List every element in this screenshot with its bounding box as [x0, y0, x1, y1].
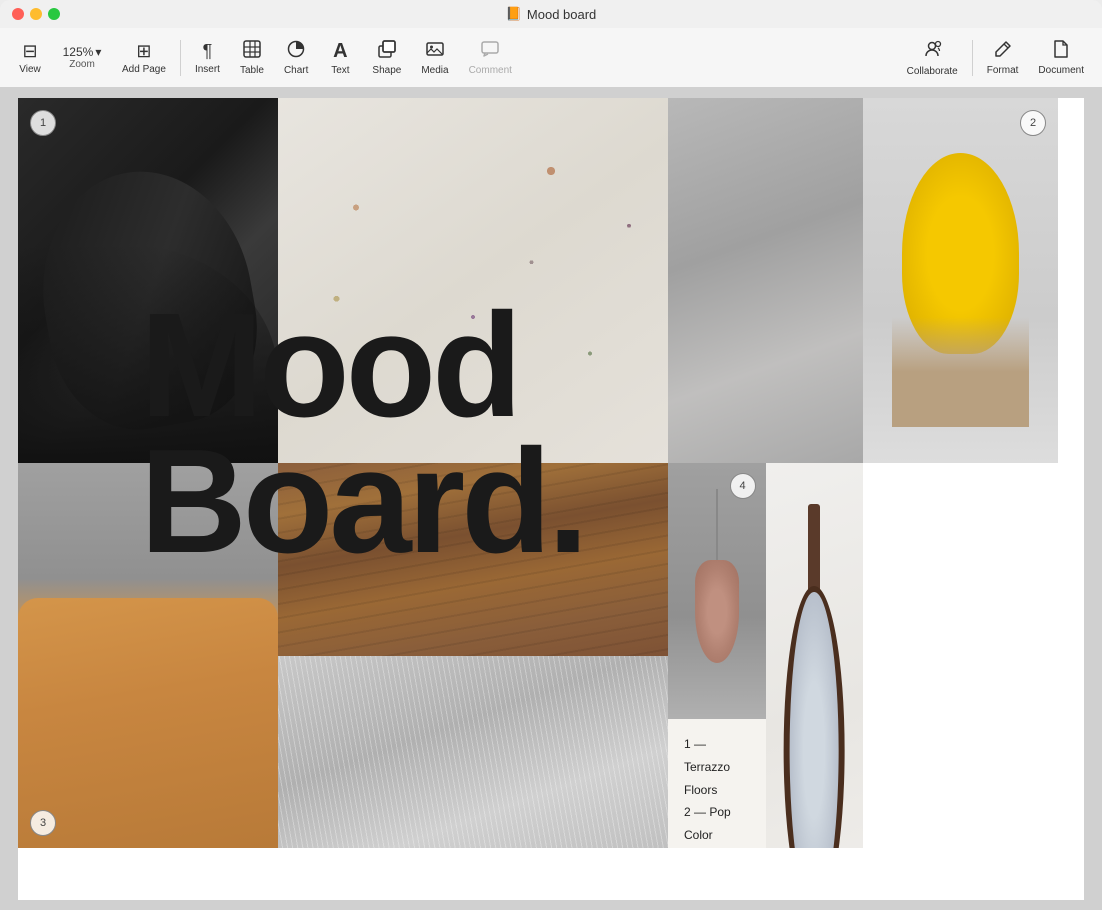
concrete-image[interactable]	[668, 98, 863, 463]
media-label: Media	[421, 65, 448, 76]
collaborate-button[interactable]: Collaborate	[897, 32, 968, 84]
moodboard: 1 2 3	[18, 98, 1084, 900]
window-title: 📙 Mood board	[506, 6, 597, 22]
page-badge-1: 1	[30, 110, 56, 136]
comment-label: Comment	[469, 65, 512, 76]
caption-box: 1 — Terrazzo Floors 2 — Pop Color 3 — Wa…	[668, 719, 766, 848]
zoom-label-text: Zoom	[69, 59, 95, 70]
document-label: Document	[1038, 65, 1084, 76]
pendant-image[interactable]: 4	[668, 463, 766, 719]
title-emoji: 📙	[506, 6, 522, 22]
canvas-area: 1 2 3	[0, 88, 1102, 910]
page-badge-4: 4	[730, 473, 756, 499]
comment-icon	[481, 40, 499, 63]
chart-icon	[287, 40, 305, 63]
shape-label: Shape	[372, 65, 401, 76]
caption-2: 2 — Pop Color	[684, 801, 750, 847]
text-button[interactable]: A Text	[318, 32, 362, 84]
comment-button[interactable]: Comment	[459, 32, 522, 84]
minimize-button[interactable]	[30, 8, 42, 20]
sofa-image[interactable]: 3	[18, 463, 278, 848]
shape-button[interactable]: Shape	[362, 32, 411, 84]
document-icon	[1053, 40, 1069, 63]
chart-button[interactable]: Chart	[274, 32, 318, 84]
table-button[interactable]: Table	[230, 32, 274, 84]
traffic-lights	[12, 8, 60, 20]
fullscreen-button[interactable]	[48, 8, 60, 20]
chart-label: Chart	[284, 65, 308, 76]
view-button[interactable]: ⊟ View	[8, 32, 52, 84]
format-button[interactable]: Format	[977, 32, 1029, 84]
media-icon	[426, 40, 444, 63]
add-page-label: Add Page	[122, 64, 166, 75]
table-label: Table	[240, 65, 264, 76]
mirror-image[interactable]	[766, 463, 864, 848]
format-icon	[994, 40, 1012, 63]
collaborate-label: Collaborate	[907, 66, 958, 77]
collaborate-icon	[922, 39, 942, 64]
add-page-icon: ⊞	[136, 41, 151, 62]
zoom-chevron-icon: ▾	[95, 45, 101, 59]
toolbar: ⊟ View 125% ▾ Zoom ⊞ Add Page ¶ Insert T…	[0, 28, 1102, 88]
wood-image[interactable]	[278, 463, 668, 656]
page-badge-3: 3	[30, 810, 56, 836]
yellow-chair-image[interactable]: 2	[863, 98, 1058, 463]
pendant-mirror-group: 4 1 — Terrazzo Floors 2 — Pop Color 3 — …	[668, 463, 1058, 848]
close-button[interactable]	[12, 8, 24, 20]
zoom-value-text: 125%	[63, 45, 94, 59]
toolbar-divider-1	[180, 40, 181, 76]
zoom-control[interactable]: 125% ▾ Zoom	[52, 32, 112, 84]
document-button[interactable]: Document	[1028, 32, 1094, 84]
page-badge-2: 2	[1020, 110, 1046, 136]
caption-3: 3 — Warm Tones	[684, 847, 750, 848]
add-page-button[interactable]: ⊞ Add Page	[112, 32, 176, 84]
toolbar-divider-2	[972, 40, 973, 76]
leather-chair-image[interactable]: 1	[18, 98, 278, 463]
text-label: Text	[331, 65, 349, 76]
view-label: View	[19, 64, 41, 75]
fur-image[interactable]	[278, 656, 668, 849]
media-button[interactable]: Media	[411, 32, 458, 84]
shape-icon	[378, 40, 396, 63]
concrete-yellow-chair-group: 2	[668, 98, 1058, 463]
insert-label: Insert	[195, 64, 220, 75]
table-icon	[243, 40, 261, 63]
view-icon: ⊟	[22, 41, 37, 62]
text-icon: A	[333, 40, 347, 63]
title-bar: 📙 Mood board	[0, 0, 1102, 28]
title-text: Mood board	[527, 7, 596, 22]
insert-icon: ¶	[203, 41, 213, 62]
wood-fur-group	[278, 463, 668, 848]
insert-button[interactable]: ¶ Insert	[185, 32, 230, 84]
caption-1: 1 — Terrazzo Floors	[684, 733, 750, 801]
zoom-value: 125% ▾	[63, 45, 102, 59]
format-label: Format	[987, 65, 1019, 76]
terrazzo-image[interactable]	[278, 98, 668, 463]
